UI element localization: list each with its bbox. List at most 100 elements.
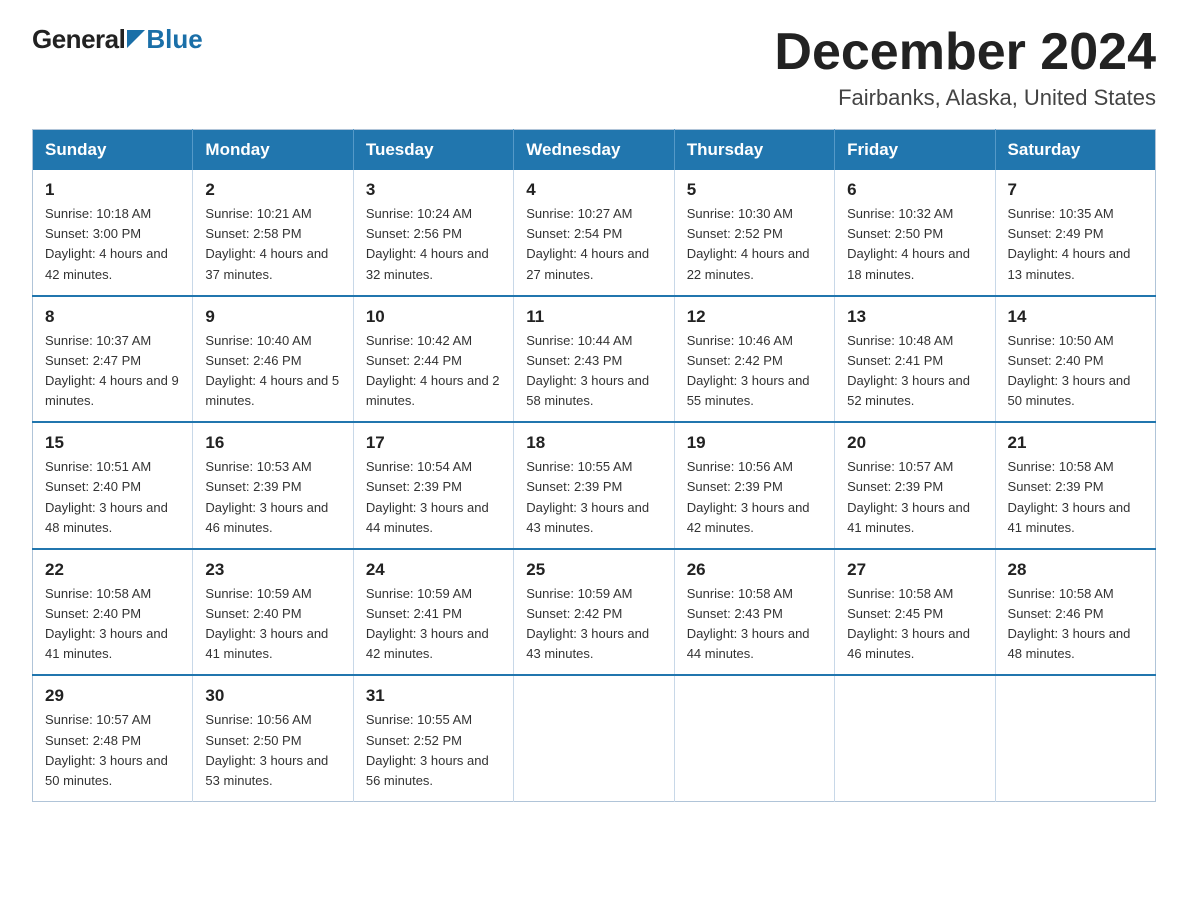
day-cell bbox=[514, 675, 674, 801]
day-info: Sunrise: 10:58 AMSunset: 2:46 PMDaylight… bbox=[1008, 584, 1143, 665]
day-cell: 13 Sunrise: 10:48 AMSunset: 2:41 PMDaylig… bbox=[835, 296, 995, 423]
day-cell: 7 Sunrise: 10:35 AMSunset: 2:49 PMDayligh… bbox=[995, 170, 1155, 296]
day-cell: 11 Sunrise: 10:44 AMSunset: 2:43 PMDaylig… bbox=[514, 296, 674, 423]
day-info: Sunrise: 10:46 AMSunset: 2:42 PMDaylight… bbox=[687, 331, 822, 412]
day-number: 24 bbox=[366, 560, 501, 580]
day-cell: 12 Sunrise: 10:46 AMSunset: 2:42 PMDaylig… bbox=[674, 296, 834, 423]
day-cell: 30Sunrise: 10:56 AMSunset: 2:50 PMDaylig… bbox=[193, 675, 353, 801]
week-row-2: 8Sunrise: 10:37 AMSunset: 2:47 PMDayligh… bbox=[33, 296, 1156, 423]
day-cell: 25 Sunrise: 10:59 AMSunset: 2:42 PMDaylig… bbox=[514, 549, 674, 676]
day-cell: 18 Sunrise: 10:55 AMSunset: 2:39 PMDaylig… bbox=[514, 422, 674, 549]
day-info: Sunrise: 10:54 AMSunset: 2:39 PMDaylight… bbox=[366, 457, 501, 538]
header-monday: Monday bbox=[193, 130, 353, 171]
day-number: 28 bbox=[1008, 560, 1143, 580]
day-cell: 9 Sunrise: 10:40 AMSunset: 2:46 PMDayligh… bbox=[193, 296, 353, 423]
day-number: 29 bbox=[45, 686, 180, 706]
day-cell: 29Sunrise: 10:57 AMSunset: 2:48 PMDaylig… bbox=[33, 675, 193, 801]
day-number: 16 bbox=[205, 433, 340, 453]
calendar-header: SundayMondayTuesdayWednesdayThursdayFrid… bbox=[33, 130, 1156, 171]
calendar-title: December 2024 bbox=[774, 24, 1156, 81]
logo-general-text: General bbox=[32, 24, 125, 55]
day-cell: 20 Sunrise: 10:57 AMSunset: 2:39 PMDaylig… bbox=[835, 422, 995, 549]
day-cell: 22 Sunrise: 10:58 AMSunset: 2:40 PMDaylig… bbox=[33, 549, 193, 676]
day-cell: 2 Sunrise: 10:21 AMSunset: 2:58 PMDayligh… bbox=[193, 170, 353, 296]
day-info: Sunrise: 10:58 AMSunset: 2:39 PMDaylight… bbox=[1008, 457, 1143, 538]
day-number: 27 bbox=[847, 560, 982, 580]
day-number: 13 bbox=[847, 307, 982, 327]
calendar-table: SundayMondayTuesdayWednesdayThursdayFrid… bbox=[32, 129, 1156, 802]
day-number: 6 bbox=[847, 180, 982, 200]
day-number: 8 bbox=[45, 307, 180, 327]
page-header: General Blue December 2024 Fairbanks, Al… bbox=[32, 24, 1156, 111]
day-cell: 16 Sunrise: 10:53 AMSunset: 2:39 PMDaylig… bbox=[193, 422, 353, 549]
header-sunday: Sunday bbox=[33, 130, 193, 171]
day-number: 17 bbox=[366, 433, 501, 453]
day-number: 12 bbox=[687, 307, 822, 327]
day-cell: 26Sunrise: 10:58 AMSunset: 2:43 PMDaylig… bbox=[674, 549, 834, 676]
day-info: Sunrise: 10:50 AMSunset: 2:40 PMDaylight… bbox=[1008, 331, 1143, 412]
day-cell: 21Sunrise: 10:58 AMSunset: 2:39 PMDaylig… bbox=[995, 422, 1155, 549]
header-thursday: Thursday bbox=[674, 130, 834, 171]
week-row-5: 29Sunrise: 10:57 AMSunset: 2:48 PMDaylig… bbox=[33, 675, 1156, 801]
day-cell: 4 Sunrise: 10:27 AMSunset: 2:54 PMDayligh… bbox=[514, 170, 674, 296]
day-cell: 19Sunrise: 10:56 AMSunset: 2:39 PMDaylig… bbox=[674, 422, 834, 549]
day-cell: 5Sunrise: 10:30 AMSunset: 2:52 PMDayligh… bbox=[674, 170, 834, 296]
day-cell: 15 Sunrise: 10:51 AMSunset: 2:40 PMDaylig… bbox=[33, 422, 193, 549]
day-number: 22 bbox=[45, 560, 180, 580]
header-saturday: Saturday bbox=[995, 130, 1155, 171]
day-cell: 1 Sunrise: 10:18 AMSunset: 3:00 PMDayligh… bbox=[33, 170, 193, 296]
day-number: 25 bbox=[526, 560, 661, 580]
day-info: Sunrise: 10:59 AMSunset: 2:40 PMDaylight… bbox=[205, 584, 340, 665]
day-number: 3 bbox=[366, 180, 501, 200]
day-cell: 27 Sunrise: 10:58 AMSunset: 2:45 PMDaylig… bbox=[835, 549, 995, 676]
day-info: Sunrise: 10:35 AMSunset: 2:49 PMDaylight… bbox=[1008, 204, 1143, 285]
day-info: Sunrise: 10:40 AMSunset: 2:46 PMDaylight… bbox=[205, 331, 340, 412]
day-info: Sunrise: 10:57 AMSunset: 2:39 PMDaylight… bbox=[847, 457, 982, 538]
day-info: Sunrise: 10:51 AMSunset: 2:40 PMDaylight… bbox=[45, 457, 180, 538]
day-number: 4 bbox=[526, 180, 661, 200]
day-number: 20 bbox=[847, 433, 982, 453]
day-number: 5 bbox=[687, 180, 822, 200]
day-cell: 23 Sunrise: 10:59 AMSunset: 2:40 PMDaylig… bbox=[193, 549, 353, 676]
day-info: Sunrise: 10:27 AMSunset: 2:54 PMDaylight… bbox=[526, 204, 661, 285]
day-info: Sunrise: 10:59 AMSunset: 2:41 PMDaylight… bbox=[366, 584, 501, 665]
day-cell bbox=[674, 675, 834, 801]
day-info: Sunrise: 10:24 AMSunset: 2:56 PMDaylight… bbox=[366, 204, 501, 285]
logo: General Blue bbox=[32, 24, 203, 55]
day-info: Sunrise: 10:59 AMSunset: 2:42 PMDaylight… bbox=[526, 584, 661, 665]
day-number: 2 bbox=[205, 180, 340, 200]
day-info: Sunrise: 10:58 AMSunset: 2:40 PMDaylight… bbox=[45, 584, 180, 665]
logo-arrow-icon bbox=[127, 30, 145, 48]
day-info: Sunrise: 10:55 AMSunset: 2:39 PMDaylight… bbox=[526, 457, 661, 538]
day-info: Sunrise: 10:44 AMSunset: 2:43 PMDaylight… bbox=[526, 331, 661, 412]
day-cell: 8Sunrise: 10:37 AMSunset: 2:47 PMDayligh… bbox=[33, 296, 193, 423]
day-info: Sunrise: 10:48 AMSunset: 2:41 PMDaylight… bbox=[847, 331, 982, 412]
day-info: Sunrise: 10:56 AMSunset: 2:50 PMDaylight… bbox=[205, 710, 340, 791]
day-number: 19 bbox=[687, 433, 822, 453]
day-info: Sunrise: 10:58 AMSunset: 2:43 PMDaylight… bbox=[687, 584, 822, 665]
header-friday: Friday bbox=[835, 130, 995, 171]
day-number: 7 bbox=[1008, 180, 1143, 200]
day-number: 1 bbox=[45, 180, 180, 200]
day-cell: 24 Sunrise: 10:59 AMSunset: 2:41 PMDaylig… bbox=[353, 549, 513, 676]
day-cell: 3 Sunrise: 10:24 AMSunset: 2:56 PMDayligh… bbox=[353, 170, 513, 296]
day-number: 9 bbox=[205, 307, 340, 327]
day-info: Sunrise: 10:58 AMSunset: 2:45 PMDaylight… bbox=[847, 584, 982, 665]
header-row: SundayMondayTuesdayWednesdayThursdayFrid… bbox=[33, 130, 1156, 171]
day-info: Sunrise: 10:53 AMSunset: 2:39 PMDaylight… bbox=[205, 457, 340, 538]
day-number: 11 bbox=[526, 307, 661, 327]
day-number: 23 bbox=[205, 560, 340, 580]
day-cell: 31Sunrise: 10:55 AMSunset: 2:52 PMDaylig… bbox=[353, 675, 513, 801]
header-tuesday: Tuesday bbox=[353, 130, 513, 171]
day-info: Sunrise: 10:42 AMSunset: 2:44 PMDaylight… bbox=[366, 331, 501, 412]
day-info: Sunrise: 10:18 AMSunset: 3:00 PMDaylight… bbox=[45, 204, 180, 285]
day-number: 18 bbox=[526, 433, 661, 453]
day-cell: 28 Sunrise: 10:58 AMSunset: 2:46 PMDaylig… bbox=[995, 549, 1155, 676]
day-number: 15 bbox=[45, 433, 180, 453]
day-cell bbox=[995, 675, 1155, 801]
day-cell: 10Sunrise: 10:42 AMSunset: 2:44 PMDaylig… bbox=[353, 296, 513, 423]
day-info: Sunrise: 10:21 AMSunset: 2:58 PMDaylight… bbox=[205, 204, 340, 285]
calendar-body: 1 Sunrise: 10:18 AMSunset: 3:00 PMDayligh… bbox=[33, 170, 1156, 801]
day-info: Sunrise: 10:55 AMSunset: 2:52 PMDaylight… bbox=[366, 710, 501, 791]
week-row-3: 15 Sunrise: 10:51 AMSunset: 2:40 PMDaylig… bbox=[33, 422, 1156, 549]
